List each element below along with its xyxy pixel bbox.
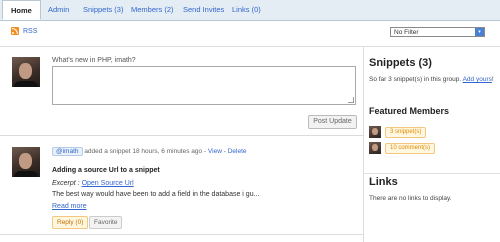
avatar[interactable] bbox=[12, 57, 40, 87]
post-update-button[interactable]: Post Update bbox=[308, 115, 357, 129]
rss-link[interactable]: RSS bbox=[11, 27, 37, 35]
snippet-title: Adding a source Url to a snippet bbox=[52, 167, 160, 174]
featured-member[interactable]: 3 snippet(s) bbox=[369, 126, 427, 138]
featured-member[interactable]: 10 comment(s) bbox=[369, 142, 436, 154]
whats-new-textarea[interactable] bbox=[52, 66, 356, 105]
link-separator: - bbox=[223, 148, 226, 155]
open-source-url-link[interactable]: Open Source Url bbox=[82, 180, 134, 187]
tab-snippets[interactable]: Snippets (3) bbox=[83, 0, 123, 20]
divider bbox=[364, 173, 500, 174]
excerpt-label: Excerpt : bbox=[52, 180, 80, 187]
delete-link[interactable]: Delete bbox=[228, 148, 247, 155]
rss-label[interactable]: RSS bbox=[23, 28, 37, 35]
divider bbox=[0, 234, 363, 235]
member-avatar[interactable] bbox=[369, 142, 381, 154]
activity-time: 18 hours, 6 minutes ago - bbox=[132, 148, 207, 155]
activity-action: added a snippet bbox=[84, 148, 131, 155]
tab-admin[interactable]: Admin bbox=[48, 0, 69, 20]
chevron-updown-icon: ▾ bbox=[475, 28, 484, 36]
tab-send-invites[interactable]: Send Invites bbox=[183, 0, 224, 20]
tab-members[interactable]: Members (2) bbox=[131, 0, 174, 20]
activity-filter-select[interactable]: No Filter ▾ bbox=[390, 27, 485, 37]
activity-main: What's new in PHP, imath? Post Update @i… bbox=[0, 46, 364, 242]
sidebar: Snippets (3) So far 3 snippet(s) in this… bbox=[364, 46, 500, 242]
snippets-summary-text: So far 3 snippet(s) in this group. bbox=[369, 76, 462, 83]
favorite-button[interactable]: Favorite bbox=[89, 216, 123, 229]
member-avatar[interactable] bbox=[369, 126, 381, 138]
tab-home[interactable]: Home bbox=[2, 0, 41, 20]
add-yours-link[interactable]: Add yours bbox=[463, 76, 492, 83]
activity-header: @imath added a snippet 18 hours, 6 minut… bbox=[52, 147, 247, 156]
activity-user-link[interactable]: @imath bbox=[52, 147, 83, 156]
tab-bar: Home Admin Snippets (3) Members (2) Send… bbox=[0, 0, 500, 21]
snippets-widget-title: Snippets (3) bbox=[369, 57, 432, 69]
snippets-summary: So far 3 snippet(s) in this group. Add y… bbox=[369, 75, 495, 85]
member-count-badge: 3 snippet(s) bbox=[385, 126, 427, 138]
links-widget-title: Links bbox=[369, 176, 398, 188]
featured-members-title: Featured Members bbox=[369, 106, 450, 116]
view-link[interactable]: View bbox=[208, 148, 222, 155]
tab-links[interactable]: Links (0) bbox=[232, 0, 261, 20]
filter-selected-value: No Filter bbox=[394, 29, 419, 36]
links-empty-text: There are no links to display. bbox=[369, 195, 452, 202]
add-yours-suffix: ! bbox=[491, 76, 494, 83]
compose-prompt: What's new in PHP, imath? bbox=[52, 57, 136, 64]
resize-grip-icon[interactable] bbox=[348, 97, 354, 103]
snippet-body: The best way would have been to add a fi… bbox=[52, 191, 260, 198]
reply-button[interactable]: Reply (0) bbox=[52, 216, 89, 229]
rss-icon bbox=[11, 27, 19, 35]
member-count-badge: 10 comment(s) bbox=[385, 142, 436, 154]
snippet-excerpt: Excerpt : Open Source Url bbox=[52, 180, 134, 187]
activity-avatar[interactable] bbox=[12, 147, 40, 177]
read-more-link[interactable]: Read more bbox=[52, 203, 87, 210]
divider bbox=[0, 135, 363, 136]
